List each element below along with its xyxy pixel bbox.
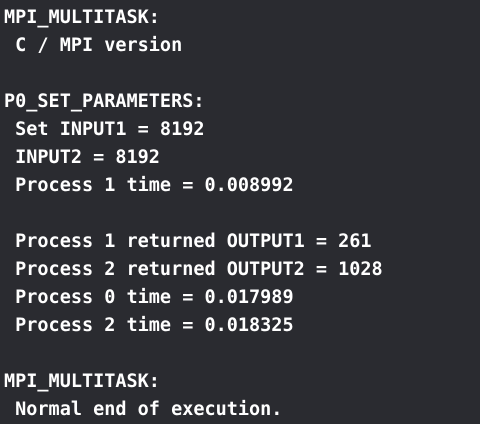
output-line-input1: Set INPUT1 = 8192 bbox=[4, 119, 205, 140]
output-line-blank bbox=[4, 60, 480, 88]
output-line-input2: INPUT2 = 8192 bbox=[4, 147, 160, 168]
output-line-blank bbox=[4, 340, 480, 368]
output-line-program-footer-header: MPI_MULTITASK: bbox=[4, 371, 160, 392]
output-line-version: C / MPI version bbox=[4, 35, 183, 56]
output-line-process1-output: Process 1 returned OUTPUT1 = 261 bbox=[4, 231, 372, 252]
output-line-normal-end: Normal end of execution. bbox=[4, 399, 283, 420]
output-line-process2-time: Process 2 time = 0.018325 bbox=[4, 315, 294, 336]
output-line-blank bbox=[4, 200, 480, 228]
output-line-process0-time: Process 0 time = 0.017989 bbox=[4, 287, 294, 308]
output-line-process2-output: Process 2 returned OUTPUT2 = 1028 bbox=[4, 259, 383, 280]
output-line-process1-time: Process 1 time = 0.008992 bbox=[4, 175, 294, 196]
output-line-set-parameters-header: P0_SET_PARAMETERS: bbox=[4, 91, 205, 112]
terminal-output[interactable]: MPI_MULTITASK: C / MPI version P0_SET_PA… bbox=[0, 0, 480, 424]
output-line-program-header: MPI_MULTITASK: bbox=[4, 7, 160, 28]
